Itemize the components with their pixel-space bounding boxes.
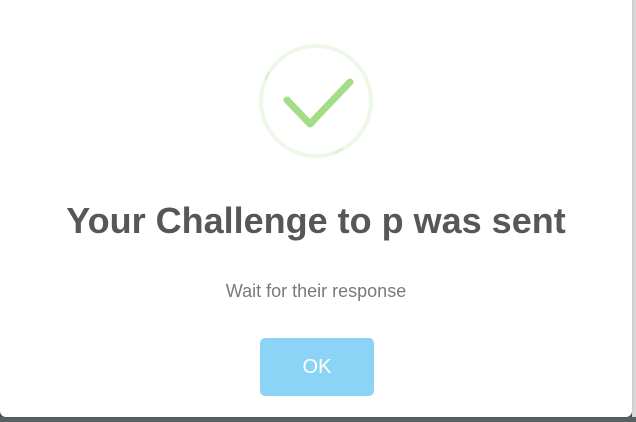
ok-button[interactable]: OK bbox=[260, 338, 374, 396]
success-dialog: Your Challenge to p was sent Wait for th… bbox=[0, 0, 632, 417]
backdrop-edge bbox=[632, 0, 636, 422]
dialog-message: Wait for their response bbox=[225, 281, 407, 301]
success-check-icon bbox=[259, 44, 373, 158]
page-backdrop bbox=[0, 417, 636, 422]
dialog-title: Your Challenge to p was sent bbox=[66, 200, 566, 241]
